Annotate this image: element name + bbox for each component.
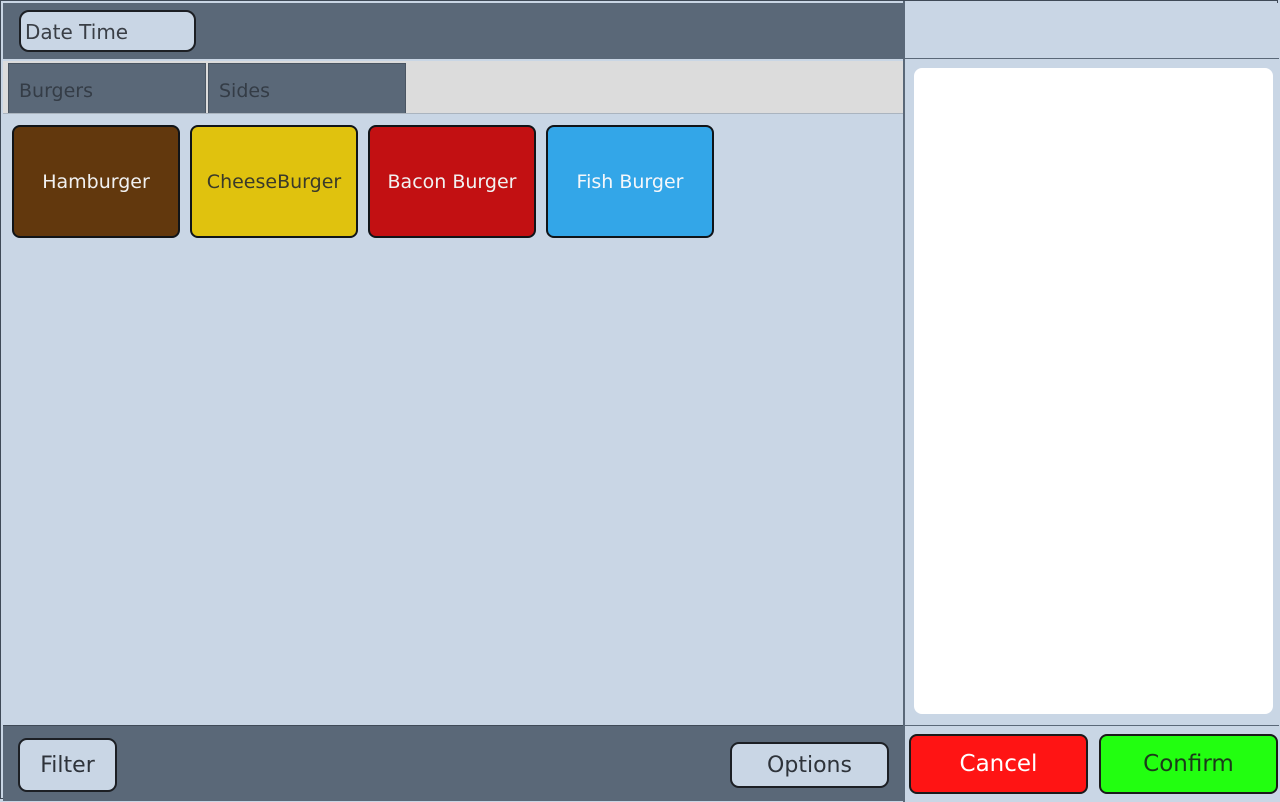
tab-burgers[interactable]: Burgers [8, 63, 206, 113]
order-actions: Cancel Confirm [905, 725, 1279, 801]
top-bar: Date Time [3, 3, 903, 59]
order-list[interactable] [914, 68, 1273, 714]
tab-sides[interactable]: Sides [208, 63, 406, 113]
filter-button[interactable]: Filter [18, 738, 117, 792]
options-button[interactable]: Options [730, 742, 889, 788]
bottom-toolbar: Filter Options [3, 725, 903, 801]
category-tabs: Burgers Sides [3, 61, 903, 114]
menu-grid: Hamburger CheeseBurger Bacon Burger Fish… [3, 114, 903, 724]
order-header [905, 3, 1279, 59]
confirm-button[interactable]: Confirm [1099, 734, 1278, 794]
menu-item-fish-burger[interactable]: Fish Burger [546, 125, 714, 238]
menu-item-hamburger[interactable]: Hamburger [12, 125, 180, 238]
datetime-button[interactable]: Date Time [19, 10, 196, 52]
menu-item-bacon-burger[interactable]: Bacon Burger [368, 125, 536, 238]
menu-item-cheeseburger[interactable]: CheeseBurger [190, 125, 358, 238]
order-section [905, 59, 1279, 725]
cancel-button[interactable]: Cancel [909, 734, 1088, 794]
app-window: Date Time Burgers Sides Hamburger Cheese… [0, 0, 1279, 802]
